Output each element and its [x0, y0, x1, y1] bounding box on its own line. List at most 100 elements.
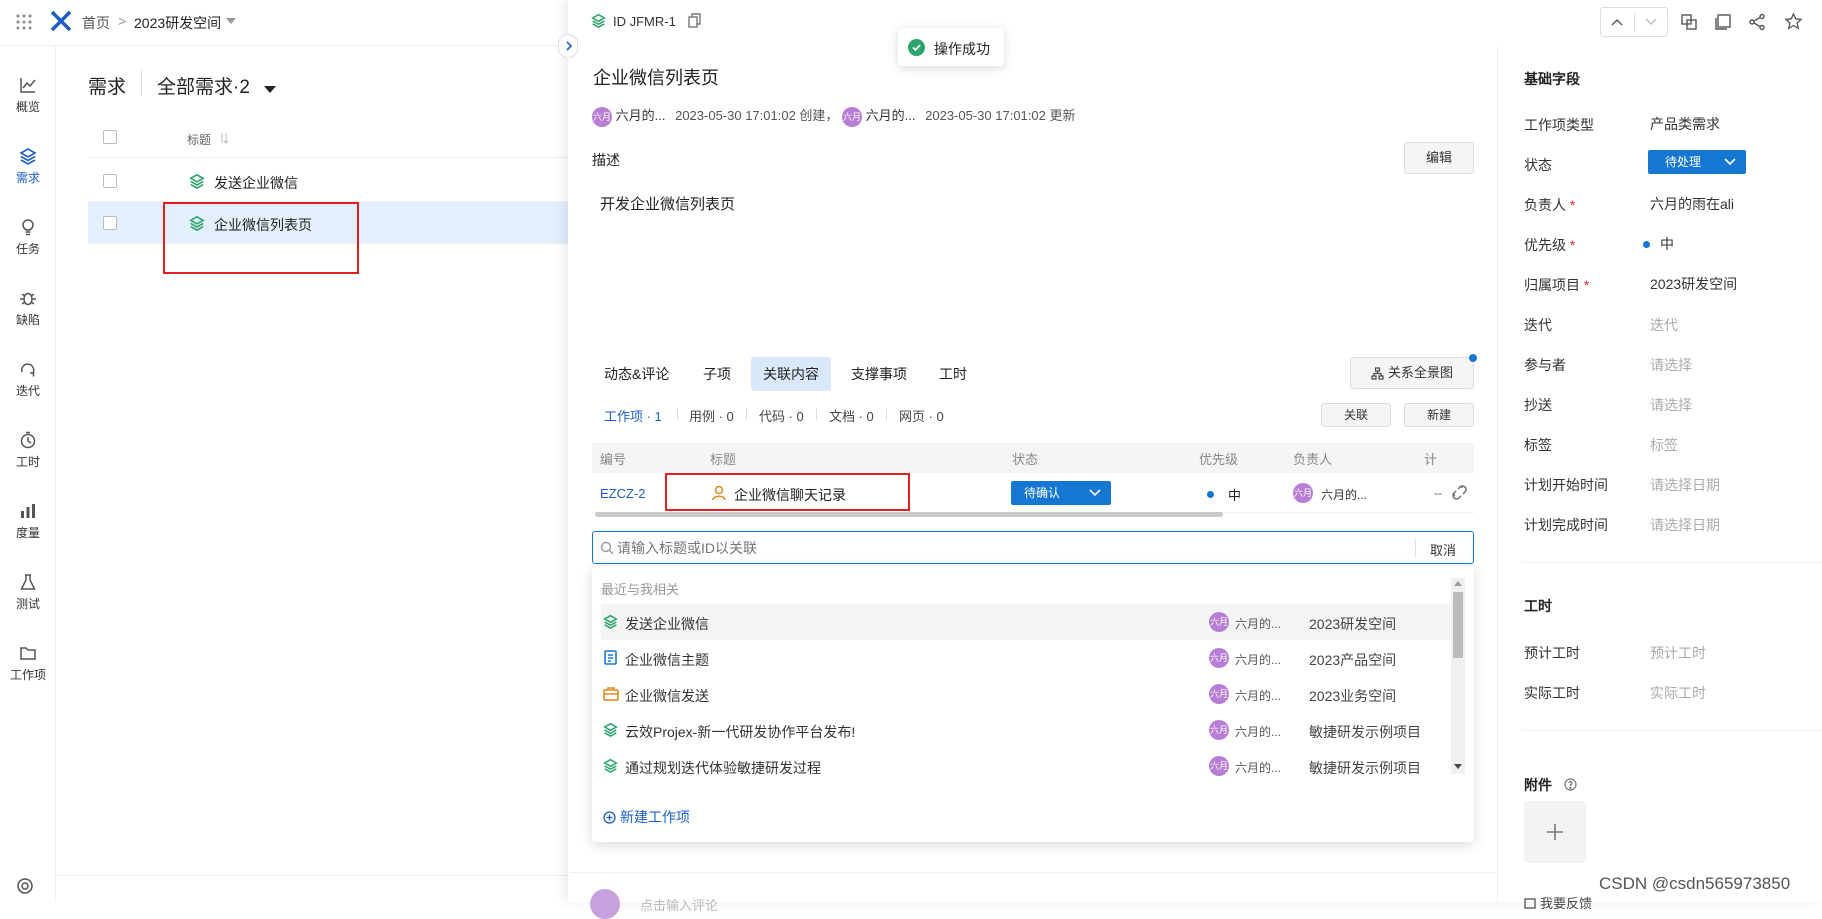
- window-icon[interactable]: [1714, 13, 1732, 31]
- field-label-cc: 抄送: [1524, 397, 1552, 413]
- nav-item-worktime[interactable]: 工时: [0, 417, 56, 477]
- dropdown-item[interactable]: 云效Projex-新一代研发协作平台发布! 六月 六月的... 敏捷研发示例项目: [601, 712, 1451, 748]
- dropdown-item[interactable]: 通过规划迭代体验敏捷研发过程 六月 六月的... 敏捷研发示例项目: [601, 748, 1451, 784]
- translate-icon[interactable]: [1680, 13, 1698, 31]
- edit-button[interactable]: 编辑: [1404, 142, 1474, 174]
- new-button[interactable]: 新建: [1404, 403, 1474, 427]
- field-value-estimated[interactable]: 预计工时: [1650, 643, 1706, 663]
- nav-item-metrics[interactable]: 度量: [0, 488, 56, 548]
- description-text[interactable]: 开发企业微信列表页: [600, 193, 735, 214]
- breadcrumb-home[interactable]: 首页: [82, 13, 110, 33]
- bug-icon: [19, 289, 37, 307]
- dropdown-item-project: 敏捷研发示例项目: [1309, 724, 1421, 740]
- chevron-up-icon[interactable]: [1610, 17, 1624, 27]
- avatar: 六月: [1209, 612, 1229, 632]
- nav-item-overview[interactable]: 概览: [0, 62, 56, 122]
- field-value-tags[interactable]: 标签: [1650, 435, 1678, 455]
- status-dropdown[interactable]: 待确认: [1011, 481, 1111, 505]
- relation-graph-button[interactable]: 关系全景图: [1350, 357, 1474, 389]
- dropdown-item[interactable]: 企业微信主题 六月 六月的... 2023产品空间: [601, 640, 1451, 676]
- field-value-type[interactable]: 产品类需求: [1650, 114, 1720, 134]
- doc-icon: [603, 650, 618, 665]
- nav-item-requirements[interactable]: 需求: [0, 133, 56, 193]
- tab-related[interactable]: 关联内容: [751, 357, 831, 391]
- new-workitem-link[interactable]: 新建工作项: [603, 807, 690, 827]
- share-icon[interactable]: [1748, 13, 1766, 31]
- status-select[interactable]: 待处理: [1648, 150, 1746, 174]
- item-title[interactable]: 企业微信列表页: [593, 64, 719, 90]
- nav-item-bugs[interactable]: 缺陷: [0, 275, 56, 335]
- select-all-checkbox[interactable]: [103, 130, 117, 144]
- nav-item-workitems[interactable]: 工作项: [0, 630, 56, 690]
- settings-icon[interactable]: [16, 877, 34, 895]
- breadcrumb-space[interactable]: 2023研发空间: [134, 13, 221, 33]
- highlight-box: [665, 473, 910, 511]
- unlink-icon[interactable]: [1451, 484, 1468, 501]
- help-icon[interactable]: [1564, 778, 1577, 791]
- status-value: 待确认: [1024, 486, 1061, 500]
- logo-icon[interactable]: [50, 10, 72, 32]
- scroll-up-icon[interactable]: [1454, 581, 1462, 586]
- table-row[interactable]: 发送企业微信: [88, 160, 570, 202]
- caret-down-icon[interactable]: [226, 18, 236, 24]
- notify-dot: [1469, 354, 1477, 362]
- updated-time: 2023-05-30 17:01:02 更新: [925, 108, 1076, 123]
- tab-children[interactable]: 子项: [691, 357, 743, 391]
- subtab-docs[interactable]: 文档 · 0: [829, 406, 874, 425]
- scroll-down-icon[interactable]: [1454, 764, 1462, 769]
- dropdown-scrollbar[interactable]: [1451, 578, 1465, 774]
- col-more: 计: [1424, 452, 1438, 467]
- feedback-icon: [1524, 898, 1536, 910]
- link-search-box[interactable]: 取消: [592, 531, 1474, 564]
- nav-item-tasks[interactable]: 任务: [0, 204, 56, 264]
- field-value-plan-end[interactable]: 请选择日期: [1650, 515, 1720, 535]
- add-attachment-button[interactable]: [1524, 801, 1586, 863]
- comment-placeholder[interactable]: 点击输入评论: [640, 895, 718, 914]
- row-title[interactable]: 发送企业微信: [214, 173, 298, 193]
- field-value-cc[interactable]: 请选择: [1650, 395, 1692, 415]
- apps-grid-icon[interactable]: [16, 14, 32, 30]
- link-search-input[interactable]: [617, 538, 1397, 558]
- dropdown-item[interactable]: 发送企业微信 六月 六月的... 2023研发空间: [601, 604, 1451, 640]
- field-value-iteration[interactable]: 迭代: [1650, 315, 1678, 335]
- sort-icon[interactable]: [219, 132, 229, 144]
- chevron-down-icon: [1089, 489, 1101, 497]
- row-checkbox[interactable]: [103, 174, 117, 188]
- tab-worktime[interactable]: 工时: [927, 357, 979, 391]
- related-id[interactable]: EZCZ-2: [600, 486, 646, 501]
- dropdown-item-owner: 六月的...: [1235, 725, 1282, 739]
- field-value-project[interactable]: 2023研发空间: [1650, 274, 1737, 294]
- collapse-toggle[interactable]: [558, 34, 578, 58]
- subtab-webpages[interactable]: 网页 · 0: [899, 406, 944, 425]
- bars-icon: [19, 502, 37, 520]
- subtab-code[interactable]: 代码 · 0: [759, 406, 804, 425]
- toast-text: 操作成功: [934, 41, 990, 57]
- row-checkbox[interactable]: [103, 216, 117, 230]
- cancel-button[interactable]: 取消: [1430, 540, 1456, 559]
- horizontal-scrollbar[interactable]: [595, 512, 1223, 517]
- avatar: 六月: [1209, 720, 1229, 740]
- avatar: 六月: [1209, 648, 1229, 668]
- chevron-down-icon[interactable]: [1644, 17, 1658, 27]
- field-value-owner[interactable]: 六月的雨在ali: [1650, 194, 1734, 214]
- link-button[interactable]: 关联: [1321, 403, 1391, 427]
- star-icon[interactable]: [1784, 12, 1803, 31]
- subtab-cases[interactable]: 用例 · 0: [689, 406, 734, 425]
- subtab-workitems[interactable]: 工作项 · 1: [604, 406, 662, 425]
- field-value-actual[interactable]: 实际工时: [1650, 683, 1706, 703]
- copy-icon[interactable]: [688, 13, 702, 28]
- nav-item-iterations[interactable]: 迭代: [0, 346, 56, 406]
- dropdown-item[interactable]: 企业微信发送 六月 六月的... 2023业务空间: [601, 676, 1451, 712]
- watermark: CSDN @csdn565973850: [1599, 874, 1791, 894]
- tab-support[interactable]: 支撑事项: [839, 357, 919, 391]
- feedback-link[interactable]: 我要反馈: [1524, 893, 1592, 912]
- field-value-priority[interactable]: 中: [1660, 234, 1674, 254]
- field-label-project: 归属项目 *: [1524, 275, 1589, 295]
- new-workitem-label: 新建工作项: [620, 809, 690, 825]
- tab-activity[interactable]: 动态&评论: [592, 357, 681, 391]
- nav-item-testing[interactable]: 测试: [0, 559, 56, 619]
- scroll-thumb[interactable]: [1453, 592, 1463, 658]
- field-value-plan-start[interactable]: 请选择日期: [1650, 475, 1720, 495]
- filter-dropdown[interactable]: 全部需求·2: [157, 72, 276, 99]
- field-value-participants[interactable]: 请选择: [1650, 355, 1692, 375]
